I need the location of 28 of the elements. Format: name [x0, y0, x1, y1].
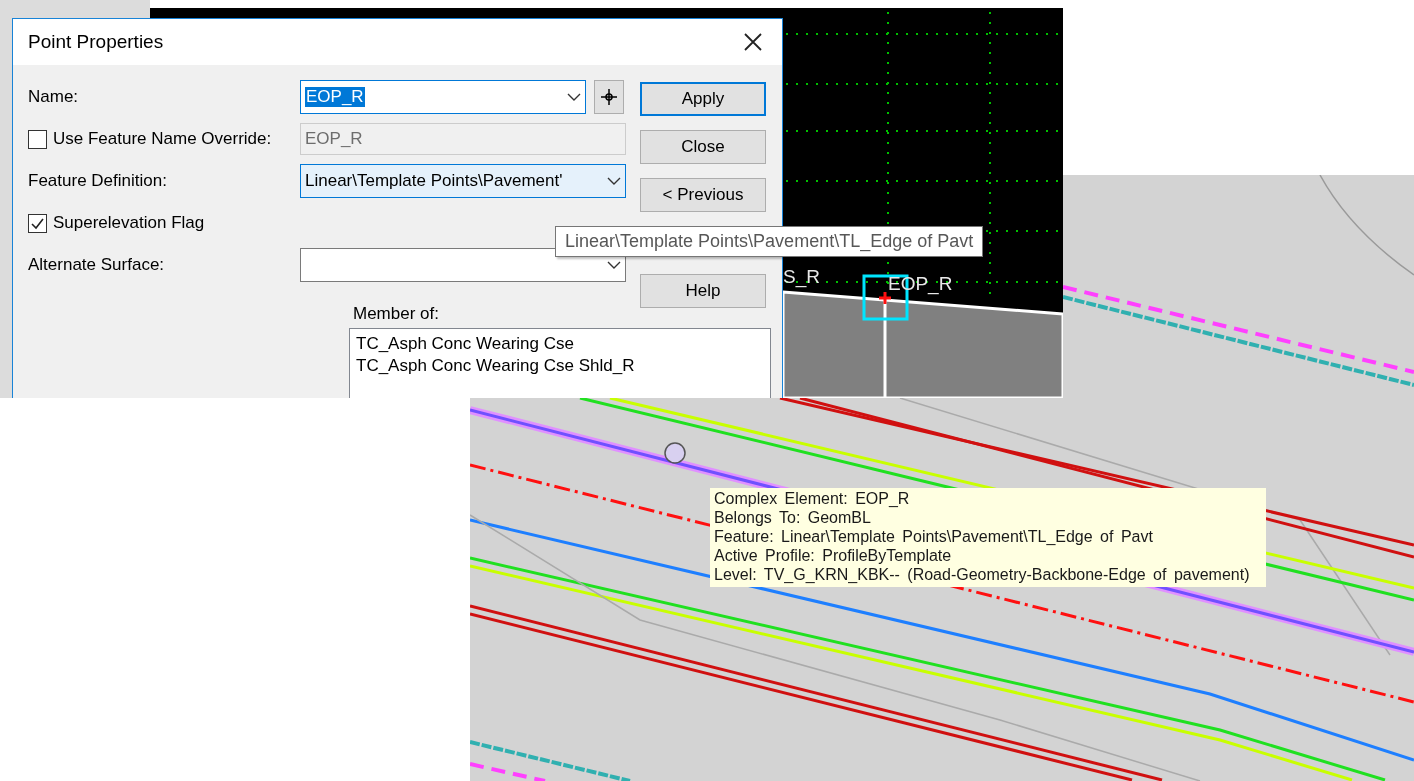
dropdown-caret-icon[interactable]	[607, 261, 621, 269]
name-dropdown[interactable]: EOP_R	[300, 80, 586, 114]
dropdown-caret-icon[interactable]	[607, 177, 621, 185]
list-item[interactable]: TC_Asph Conc Wearing Cse	[356, 333, 764, 355]
dialog-button[interactable]: Close	[640, 130, 766, 164]
crosshair-icon[interactable]	[594, 80, 624, 114]
checkbox-label: Use Feature Name Override:	[53, 129, 272, 149]
tooltip: Linear\Template Points\Pavement\TL_Edge of Pavt	[555, 226, 984, 257]
list-label: Member of:	[353, 304, 440, 324]
dialog-button[interactable]: < Previous	[640, 178, 766, 212]
snap-circle-icon	[664, 442, 686, 464]
info-line: Feature: Linear\Template Points\Pavement\TL_Edge of Pavt	[714, 527, 1154, 546]
point-label: S_R	[783, 266, 820, 288]
window-title: Point Properties	[28, 31, 164, 53]
info-line: Complex Element: EOP_R	[714, 489, 911, 508]
info-line: Belongs To: GeomBL	[714, 508, 872, 527]
dialog-button[interactable]: Help	[640, 274, 766, 308]
info-line: Active Profile: ProfileByTemplate	[714, 546, 953, 565]
feature-definition-dropdown[interactable]: Linear\Template Points\Pavement'	[300, 164, 626, 198]
dialog-button[interactable]: Apply	[640, 82, 766, 116]
checkbox-label: Superelevation Flag	[53, 213, 205, 233]
field-label: Alternate Surface:	[28, 255, 166, 275]
field-label: Feature Definition:	[28, 171, 168, 191]
list-item[interactable]: TC_Asph Conc Wearing Cse Shld_R	[356, 355, 764, 377]
checkbox[interactable]	[28, 213, 47, 233]
info-line: Level: TV_G_KRN_KBK-- (Road-Geometry-Backbone-Edge of pavement)	[714, 565, 1250, 584]
dropdown-caret-icon[interactable]	[567, 93, 581, 101]
field-label: Name:	[28, 87, 80, 107]
